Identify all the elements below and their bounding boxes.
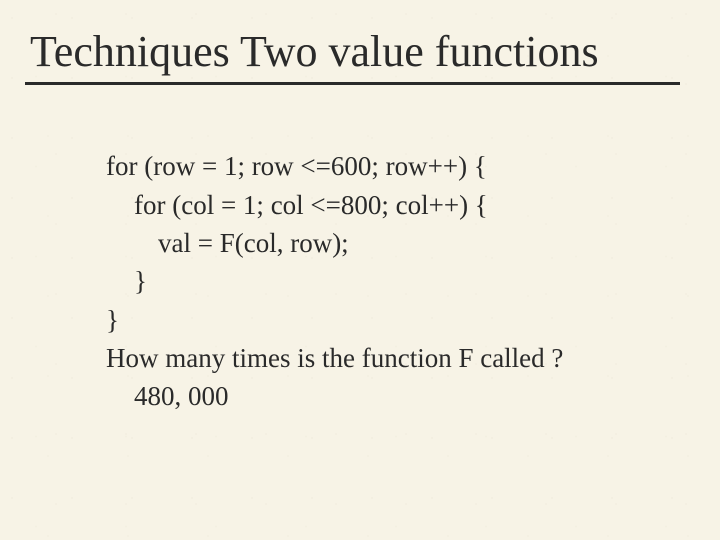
code-line-3: val = F(col, row); xyxy=(106,224,690,262)
slide-content: for (row = 1; row <=600; row++) { for (c… xyxy=(30,147,690,415)
title-underline xyxy=(25,82,680,85)
code-line-4: } xyxy=(106,262,690,300)
slide-title: Techniques Two value functions xyxy=(30,28,690,76)
code-line-1: for (row = 1; row <=600; row++) { xyxy=(106,147,690,185)
code-line-5: } xyxy=(106,301,690,339)
answer-text: 480, 000 xyxy=(106,377,690,415)
question-text: How many times is the function F called … xyxy=(106,339,690,377)
slide-container: Techniques Two value functions for (row … xyxy=(0,0,720,540)
code-line-2: for (col = 1; col <=800; col++) { xyxy=(106,186,690,224)
